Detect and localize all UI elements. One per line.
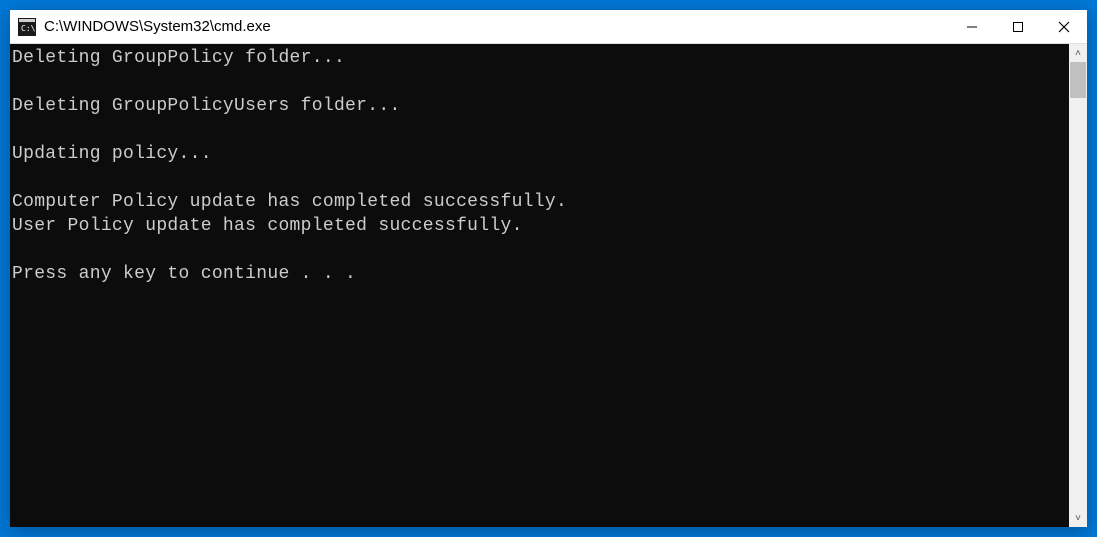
scroll-thumb[interactable] xyxy=(1070,62,1086,98)
window-controls xyxy=(949,10,1087,43)
scroll-down-arrow[interactable]: ˅ xyxy=(1069,509,1087,527)
vertical-scrollbar[interactable]: ˄ ˅ xyxy=(1069,44,1087,527)
maximize-button[interactable] xyxy=(995,10,1041,43)
titlebar[interactable]: C:\ C:\WINDOWS\System32\cmd.exe xyxy=(10,10,1087,44)
terminal-container: Deleting GroupPolicy folder... Deleting … xyxy=(10,44,1087,527)
cmd-icon: C:\ xyxy=(18,18,36,36)
terminal-output[interactable]: Deleting GroupPolicy folder... Deleting … xyxy=(10,44,1069,527)
cmd-window: C:\ C:\WINDOWS\System32\cmd.exe Deleting… xyxy=(10,10,1087,527)
svg-text:C:\: C:\ xyxy=(21,24,36,33)
scroll-track[interactable] xyxy=(1069,62,1087,509)
close-button[interactable] xyxy=(1041,10,1087,43)
scroll-up-arrow[interactable]: ˄ xyxy=(1069,44,1087,62)
window-title: C:\WINDOWS\System32\cmd.exe xyxy=(44,18,949,35)
minimize-button[interactable] xyxy=(949,10,995,43)
